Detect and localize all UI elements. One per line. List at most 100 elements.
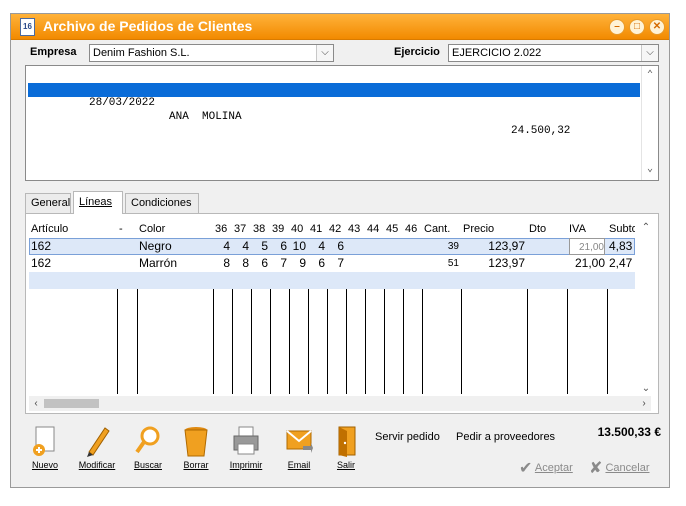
cell-color[interactable]: Negro — [139, 238, 211, 255]
cell-dto[interactable] — [529, 255, 565, 272]
cell-iva[interactable]: 21,00 — [569, 255, 605, 272]
grid-header[interactable]: 39 — [272, 220, 289, 238]
cell-size[interactable]: 4 — [310, 238, 325, 255]
salir-button[interactable]: Salir — [324, 424, 368, 478]
cell-size[interactable]: 7 — [272, 255, 287, 272]
email-button[interactable]: Email — [277, 424, 321, 478]
table-row[interactable] — [29, 272, 635, 289]
nuevo-button[interactable]: Nuevo — [23, 424, 67, 478]
ejercicio-select[interactable]: EJERCICIO 2.022 ⌵ — [448, 44, 659, 62]
grid-header[interactable]: Precio — [463, 220, 527, 238]
scroll-down-icon[interactable]: ⌄ — [638, 383, 654, 394]
magnifier-icon — [134, 424, 162, 458]
scroll-down-icon[interactable]: ⌄ — [642, 162, 658, 178]
cell-color[interactable]: Marrón — [139, 255, 211, 272]
cell-size[interactable] — [386, 255, 401, 272]
orders-list[interactable]: 1 28/03/2022 ANA MOLINA 24.500,32 2 28/0… — [25, 65, 659, 181]
cell-size[interactable]: 6 — [253, 255, 268, 272]
title-bar[interactable]: 16 Archivo de Pedidos de Clientes – □ ✕ — [11, 14, 669, 40]
orders-scrollbar[interactable]: ⌃ ⌄ — [641, 66, 658, 180]
grid-header[interactable]: Color — [139, 220, 213, 238]
cell-size[interactable] — [348, 255, 363, 272]
tab-general[interactable]: General — [25, 193, 71, 213]
grid-header[interactable]: 37 — [234, 220, 251, 238]
order-client: Vaqueritto Vilagarcía — [169, 126, 308, 138]
grid-header[interactable]: 36 — [215, 220, 232, 238]
chevron-down-icon[interactable]: ⌵ — [316, 45, 333, 61]
cell-size[interactable] — [405, 238, 420, 255]
cell-cantidad[interactable]: 39 — [424, 238, 459, 255]
cell-size[interactable] — [367, 238, 382, 255]
scroll-up-icon[interactable]: ⌃ — [642, 68, 658, 84]
cell-subtotal[interactable]: 2,47 — [609, 255, 633, 272]
grid-header[interactable]: Artículo — [31, 220, 117, 238]
cross-icon: ✘ — [589, 460, 603, 477]
cell-size[interactable]: 10 — [291, 238, 306, 255]
order-row[interactable]: 1 28/03/2022 ANA MOLINA 24.500,32 — [28, 68, 640, 137]
cell-size[interactable]: 6 — [272, 238, 287, 255]
cell-size[interactable]: 9 — [291, 255, 306, 272]
empresa-select[interactable]: Denim Fashion S.L. ⌵ — [89, 44, 334, 62]
minimize-button[interactable]: – — [609, 19, 625, 35]
cell-articulo[interactable]: 162 — [31, 238, 115, 255]
grid-header[interactable]: Dto — [529, 220, 567, 238]
lines-grid[interactable]: Artículo - Color 36 37 38 39 40 41 42 43 44 45 46 Cant… — [29, 220, 654, 396]
ejercicio-label: Ejercicio — [394, 46, 440, 58]
cancel-button[interactable]: ✘ Cancelar — [589, 458, 650, 478]
cell-size[interactable]: 6 — [329, 238, 344, 255]
scroll-left-icon[interactable]: ‹ — [29, 396, 43, 411]
maximize-button[interactable]: □ — [629, 19, 645, 35]
cancel-label: Cancelar — [605, 462, 650, 474]
scroll-up-icon[interactable]: ⌃ — [638, 222, 654, 233]
cell-articulo[interactable]: 162 — [31, 255, 115, 272]
cell-size[interactable]: 7 — [329, 255, 344, 272]
cell-precio[interactable]: 123,97 — [463, 255, 525, 272]
grid-header[interactable]: 42 — [329, 220, 346, 238]
accept-button[interactable]: ✔ Aceptar — [519, 458, 573, 478]
borrar-button[interactable]: Borrar — [174, 424, 218, 478]
chevron-down-icon[interactable]: ⌵ — [641, 45, 658, 61]
cell-size[interactable] — [386, 238, 401, 255]
cell-dto[interactable] — [529, 238, 565, 255]
grid-header[interactable]: 40 — [291, 220, 308, 238]
grid-header[interactable]: IVA — [569, 220, 607, 238]
cell-size[interactable] — [348, 238, 363, 255]
grid-header[interactable]: Cant. — [424, 220, 461, 238]
scroll-right-icon[interactable]: › — [637, 396, 651, 411]
cell-cantidad[interactable]: 51 — [424, 255, 459, 272]
tab-lineas[interactable]: Líneas — [73, 191, 123, 214]
grid-horizontal-scrollbar[interactable]: ‹ › — [29, 396, 651, 411]
grid-header[interactable]: 38 — [253, 220, 270, 238]
new-document-icon — [31, 424, 59, 458]
cell-size[interactable] — [405, 255, 420, 272]
cell-size[interactable]: 5 — [253, 238, 268, 255]
close-button[interactable]: ✕ — [649, 19, 665, 35]
imprimir-button[interactable]: Imprimir — [224, 424, 268, 478]
cell-size[interactable]: 8 — [234, 255, 249, 272]
cell-size[interactable]: 8 — [215, 255, 230, 272]
order-row-selected[interactable]: 2 28/03/2022 Vaqueritto Vilagarcía 13.50… — [28, 83, 640, 152]
grid-header[interactable]: 46 — [405, 220, 422, 238]
tab-condiciones[interactable]: Condiciones — [125, 193, 199, 213]
pedir-proveedores-button[interactable]: Pedir a proveedores — [456, 431, 555, 443]
scroll-thumb[interactable] — [44, 399, 99, 408]
grid-header[interactable]: 41 — [310, 220, 327, 238]
grid-scrollbar[interactable]: ⌃ ⌄ — [638, 220, 655, 396]
buscar-button[interactable]: Buscar — [126, 424, 170, 478]
grid-header[interactable]: 43 — [348, 220, 365, 238]
cell-size[interactable]: 4 — [234, 238, 249, 255]
ejercicio-value: EJERCICIO 2.022 — [452, 47, 542, 59]
cell-size[interactable]: 4 — [215, 238, 230, 255]
servir-pedido-button[interactable]: Servir pedido — [375, 431, 440, 443]
grid-header[interactable]: 45 — [386, 220, 403, 238]
calendar-icon: 16 — [20, 18, 35, 36]
cell-size[interactable] — [367, 255, 382, 272]
grid-header[interactable]: 44 — [367, 220, 384, 238]
grid-header[interactable]: Subto — [609, 220, 635, 238]
cell-size[interactable]: 6 — [310, 255, 325, 272]
modificar-button[interactable]: Modificar — [75, 424, 119, 478]
grid-header[interactable]: - — [119, 220, 137, 238]
cell-subtotal[interactable]: 4,83 — [609, 238, 633, 255]
cell-precio[interactable]: 123,97 — [463, 238, 525, 255]
cell-iva[interactable]: 21,00 — [569, 238, 605, 255]
